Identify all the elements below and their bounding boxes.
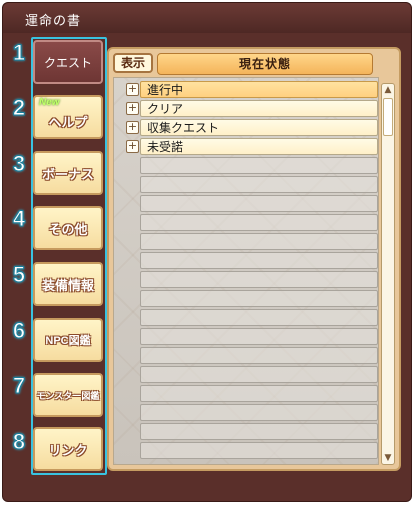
tab-number-7: 7 — [12, 373, 26, 399]
tab-monster-encyclopedia[interactable]: モンスター図鑑 — [33, 373, 103, 417]
tab-number-8: 8 — [12, 429, 26, 455]
window-title: 運命の書 — [25, 14, 82, 29]
empty-row — [140, 157, 378, 174]
tab-other-label: その他 — [48, 221, 88, 237]
tab-monster-encyclopedia-label: モンスター図鑑 — [36, 390, 100, 401]
empty-row — [140, 385, 378, 402]
tab-bonus[interactable]: ボーナス — [33, 151, 103, 195]
expand-plus-icon[interactable]: + — [126, 102, 139, 115]
quest-list: + 進行中 + クリア + 収集クエスト + 未受諾 — [113, 77, 379, 465]
tab-number-6: 6 — [12, 318, 26, 344]
tab-number-2: 2 — [12, 95, 26, 121]
tab-equipment-info[interactable]: 装備情報 — [33, 262, 103, 306]
tab-quest[interactable]: クエスト — [33, 40, 103, 84]
tab-number-4: 4 — [12, 206, 26, 232]
empty-row — [140, 347, 378, 364]
empty-row — [140, 195, 378, 212]
list-item-label: 進行中 — [147, 83, 184, 97]
empty-row — [140, 214, 378, 231]
quest-book-window: 運命の書 1 2 3 4 5 6 7 8 クエスト New ヘルプ ボーナス そ… — [2, 2, 412, 502]
tab-npc-encyclopedia[interactable]: NPC図鑑 — [33, 318, 103, 362]
tab-quest-label: クエスト — [43, 55, 92, 70]
quest-panel: 表示 現在状態 + 進行中 + クリア + 収集クエスト + 未受諾 ▲ ▼ — [107, 47, 401, 471]
list-item-in-progress[interactable]: 進行中 — [140, 81, 378, 98]
empty-row — [140, 404, 378, 421]
empty-row — [140, 176, 378, 193]
list-item-label: 未受諾 — [147, 140, 184, 154]
empty-row — [140, 423, 378, 440]
empty-row — [140, 366, 378, 383]
display-button[interactable]: 表示 — [113, 53, 153, 73]
title-bar[interactable]: 運命の書 — [3, 3, 411, 33]
list-item-not-accepted[interactable]: 未受諾 — [140, 138, 378, 155]
scroll-down-icon[interactable]: ▼ — [383, 453, 393, 463]
empty-row — [140, 252, 378, 269]
tab-number-1: 1 — [12, 40, 26, 66]
tab-link[interactable]: リンク — [33, 427, 103, 471]
list-item-label: 収集クエスト — [147, 121, 220, 135]
expand-plus-icon[interactable]: + — [126, 83, 139, 96]
status-header[interactable]: 現在状態 — [157, 53, 373, 75]
tab-npc-encyclopedia-label: NPC図鑑 — [45, 335, 91, 347]
expand-plus-icon[interactable]: + — [126, 140, 139, 153]
tab-help[interactable]: New ヘルプ — [33, 95, 103, 139]
empty-row — [140, 233, 378, 250]
empty-row — [140, 290, 378, 307]
list-item-label: クリア — [147, 102, 184, 116]
new-badge: New — [39, 97, 60, 108]
empty-row — [140, 309, 378, 326]
expand-plus-icon[interactable]: + — [126, 121, 139, 134]
tab-help-label: ヘルプ — [48, 114, 88, 130]
list-item-cleared[interactable]: クリア — [140, 100, 378, 117]
list-item-collection-quests[interactable]: 収集クエスト — [140, 119, 378, 136]
empty-row — [140, 442, 378, 459]
scroll-thumb[interactable] — [383, 98, 393, 136]
tab-number-5: 5 — [12, 262, 26, 288]
empty-row — [140, 271, 378, 288]
tab-equipment-info-label: 装備情報 — [41, 277, 94, 293]
tab-link-label: リンク — [48, 442, 88, 458]
scroll-up-icon[interactable]: ▲ — [383, 85, 393, 95]
empty-row — [140, 328, 378, 345]
tab-other[interactable]: その他 — [33, 206, 103, 250]
vertical-scrollbar[interactable]: ▲ ▼ — [381, 83, 395, 465]
tab-number-3: 3 — [12, 151, 26, 177]
tab-bonus-label: ボーナス — [41, 166, 94, 182]
